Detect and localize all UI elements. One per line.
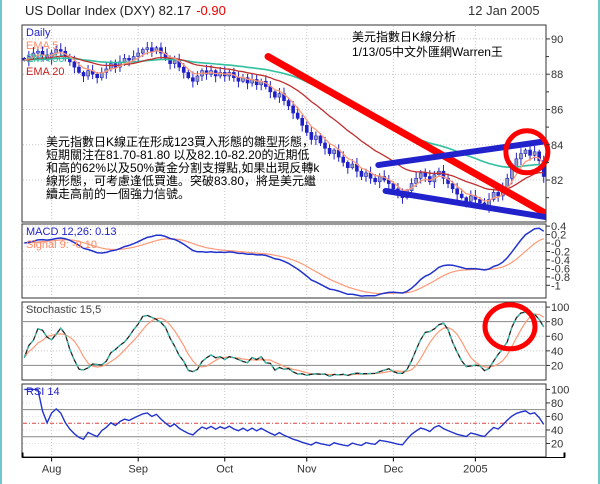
page-title: US Dollar Index (DXY) 82.17 -0.90 <box>25 3 226 18</box>
y-axis-label: 80 <box>551 317 563 329</box>
y-axis-label: 20 <box>551 360 563 372</box>
commentary-line: 續走高前的一個強力信號。 <box>46 188 319 201</box>
legend-ema20: EMA 20 <box>26 66 65 79</box>
analysis-commentary: 美元指數日K線正在形成123買入形態的雛型形態， 短期關注在81.70-81.8… <box>46 136 319 201</box>
macd-legend: MACD 12,26: 0.13 Signal 9: -0.10 <box>26 226 117 252</box>
y-axis-label: 82 <box>551 175 563 187</box>
legend-ema50: EMA 50 <box>26 53 65 66</box>
rsi-legend: RSI 14 <box>26 386 60 398</box>
legend-signal: Signal 9: -0.10 <box>26 239 117 252</box>
y-axis-label: 80 <box>551 398 563 410</box>
y-axis-label: 100 <box>551 384 569 396</box>
analysis-title: 美元指數日K線分析 1/13/05中文外匯網Warren王 <box>352 30 503 60</box>
x-axis-month-label: Oct <box>216 464 233 476</box>
y-axis-label: 40 <box>551 425 563 437</box>
x-axis-month-label: Dec <box>384 464 404 476</box>
analysis-title-line1: 美元指數日K線分析 <box>352 30 503 45</box>
chart-date: 12 Jan 2005 <box>468 3 540 18</box>
legend-daily: Daily <box>26 27 65 40</box>
chart-window: 90888684820.40.2-0-0.2-0.4-0.6-0.8-11008… <box>0 0 600 484</box>
y-axis-label: 86 <box>551 104 563 116</box>
stochastic-legend: Stochastic 15,5 <box>26 304 101 316</box>
legend-ema5: EMA 5 <box>26 40 65 53</box>
y-axis-label: 60 <box>551 331 563 343</box>
rsi-pane <box>22 384 546 457</box>
y-axis-label: 40 <box>551 346 563 358</box>
price-change: -0.90 <box>196 3 226 18</box>
legend-macd: MACD 12,26: 0.13 <box>26 226 117 239</box>
y-axis-label: 88 <box>551 69 563 81</box>
y-axis-label: 20 <box>551 438 563 450</box>
y-axis-label: 84 <box>551 140 563 152</box>
x-axis-month-label: Sep <box>128 464 148 476</box>
x-axis-month-label: 2005 <box>463 464 487 476</box>
y-axis-label: 100 <box>551 302 569 314</box>
instrument-title: US Dollar Index (DXY) 82.17 <box>25 3 191 18</box>
y-axis-label: 90 <box>551 34 563 46</box>
y-axis-label: -1 <box>551 280 561 292</box>
main-chart-legend: Daily EMA 5 EMA 50 EMA 20 <box>26 27 65 79</box>
y-axis-label: 60 <box>551 411 563 423</box>
x-axis-month-label: Nov <box>297 464 317 476</box>
analysis-title-line2: 1/13/05中文外匯網Warren王 <box>352 45 503 60</box>
x-axis-month-label: Aug <box>42 464 62 476</box>
